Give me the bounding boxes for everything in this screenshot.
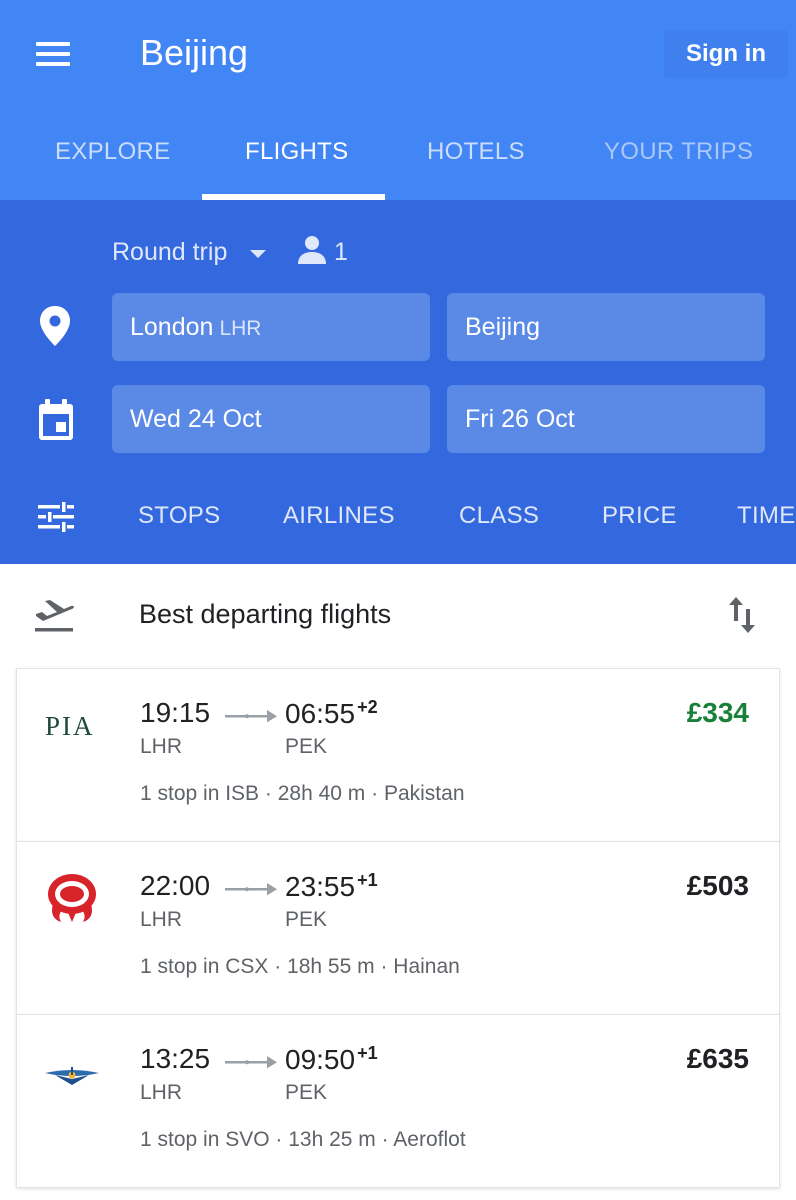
filter-stops[interactable]: STOPS <box>138 502 220 530</box>
day-offset: +2 <box>357 697 378 717</box>
arrive-time: 06:55 +2 <box>285 697 378 730</box>
flight-card[interactable]: PIA 19:15 06:55 +2 LHR PEK 1 stop in ISB … <box>16 668 780 842</box>
search-panel: Round trip 1 London LHR Beijing Wed 24 Oc… <box>0 200 796 564</box>
flight-details: 1 stop in ISB · 28h 40 m · Pakistan <box>140 782 465 805</box>
results-header: Best departing flights <box>0 564 796 668</box>
tab-explore[interactable]: EXPLORE <box>55 138 170 166</box>
filter-price[interactable]: PRICE <box>602 502 677 530</box>
origin-field[interactable]: London LHR <box>112 293 430 361</box>
price: £503 <box>686 870 749 901</box>
calendar-icon <box>39 399 73 440</box>
origin-code: LHR <box>219 317 262 340</box>
day-offset: +1 <box>357 1043 378 1063</box>
flight-card[interactable]: 13:25 09:50 +1 LHR PEK 1 stop in SVO · 13… <box>16 1014 780 1188</box>
flight-details: 1 stop in SVO · 13h 25 m · Aeroflot <box>140 1128 466 1151</box>
flight-card[interactable]: 22:00 23:55 +1 LHR PEK 1 stop in CSX · 18… <box>16 841 780 1015</box>
location-pin-icon <box>40 306 70 346</box>
destination-airport: PEK <box>285 1081 328 1104</box>
arrive-time: 09:50 +1 <box>285 1043 378 1076</box>
passenger-count[interactable]: 1 <box>334 238 348 267</box>
tab-your-trips[interactable]: YOUR TRIPS <box>604 138 753 166</box>
airline-logo-text: PIA <box>45 711 95 741</box>
aeroflot-logo-icon <box>45 1067 99 1085</box>
day-offset: +1 <box>357 870 378 890</box>
hainan-logo-icon <box>48 874 96 922</box>
arrow-right-icon <box>225 1056 277 1069</box>
app-bar: Beijing Sign in EXPLORE FLIGHTS HOTELS Y… <box>0 0 796 200</box>
destination-city: Beijing <box>465 313 541 341</box>
origin-airport: LHR <box>140 735 183 758</box>
arrive-time-value: 23:55 <box>285 871 356 902</box>
tab-flights[interactable]: FLIGHTS <box>245 138 348 166</box>
destination-airport: PEK <box>285 908 328 931</box>
depart-time: 13:25 <box>140 1043 211 1074</box>
return-date-field[interactable]: Fri 26 Oct <box>447 385 765 453</box>
price: £635 <box>686 1043 749 1074</box>
depart-time: 22:00 <box>140 870 211 901</box>
origin-airport: LHR <box>140 1081 183 1104</box>
arrow-right-icon <box>225 883 277 896</box>
depart-date-field[interactable]: Wed 24 Oct <box>112 385 430 453</box>
arrow-right-icon <box>225 710 277 723</box>
flight-details: 1 stop in CSX · 18h 55 m · Hainan <box>140 955 460 978</box>
arrive-time: 23:55 +1 <box>285 870 378 903</box>
trip-type-select[interactable]: Round trip <box>112 238 227 267</box>
pia-logo: PIA <box>41 699 103 757</box>
filter-time[interactable]: TIME <box>737 502 796 530</box>
tab-hotels[interactable]: HOTELS <box>427 138 525 166</box>
flight-takeoff-icon <box>35 600 74 632</box>
menu-icon[interactable] <box>34 38 74 70</box>
origin-airport: LHR <box>140 908 183 931</box>
filter-bar: STOPS AIRLINES CLASS PRICE TIME <box>0 492 796 540</box>
tune-icon[interactable] <box>38 502 74 532</box>
arrive-time-value: 06:55 <box>285 698 356 729</box>
chevron-down-icon[interactable] <box>250 250 266 258</box>
filter-class[interactable]: CLASS <box>459 502 539 530</box>
sign-in-button[interactable]: Sign in <box>664 30 788 78</box>
person-icon[interactable] <box>298 234 328 268</box>
destination-airport: PEK <box>285 735 328 758</box>
destination-field[interactable]: Beijing <box>447 293 765 361</box>
page-title: Beijing <box>140 32 249 73</box>
results-title: Best departing flights <box>139 599 392 629</box>
origin-city: London <box>130 313 214 341</box>
arrive-time-value: 09:50 <box>285 1044 356 1075</box>
sort-icon[interactable] <box>728 597 756 633</box>
filter-airlines[interactable]: AIRLINES <box>283 502 395 530</box>
price: £334 <box>686 697 749 728</box>
depart-time: 19:15 <box>140 697 211 728</box>
